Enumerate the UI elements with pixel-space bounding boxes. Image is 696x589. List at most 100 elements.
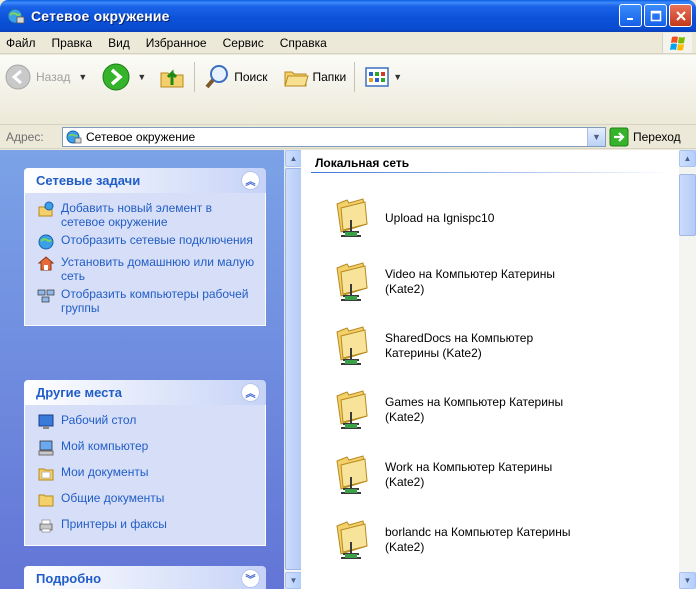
shared-folder-icon <box>38 494 54 507</box>
list-item[interactable]: borlandc на Компьютер Катерины (Kate2) <box>329 512 669 568</box>
toolbar-separator <box>194 62 196 92</box>
other-places-title: Другие места <box>36 385 123 400</box>
scroll-down-button[interactable]: ▼ <box>285 572 302 589</box>
address-label: Адрес: <box>6 129 44 144</box>
toolbar-separator <box>354 62 356 92</box>
list-item[interactable]: Video на Компьютер Катерины (Kate2) <box>329 254 669 310</box>
minimize-button[interactable] <box>619 4 642 27</box>
place-my-computer[interactable]: Мой компьютер <box>37 439 257 457</box>
task-label: Отобразить сетевые подключения <box>61 233 253 247</box>
other-places-panel: Другие места ︽ Рабочий стол Мой компьюте… <box>24 380 266 546</box>
address-bar: Адрес: Сетевое окружение ▼ Переход <box>0 125 696 149</box>
search-label: Поиск <box>234 70 268 84</box>
windows-logo <box>662 33 692 53</box>
menu-bar: Файл Правка Вид Избранное Сервис Справка <box>0 32 696 54</box>
network-folder-icon <box>336 520 368 559</box>
collapse-chevron-icon[interactable]: ︽ <box>241 171 260 190</box>
item-label: borlandc на Компьютер Катерины (Kate2) <box>385 525 571 554</box>
network-tasks-title: Сетевые задачи <box>36 173 141 188</box>
up-folder-button[interactable] <box>154 60 190 94</box>
search-button[interactable]: Поиск <box>199 60 271 94</box>
forward-dropdown-icon[interactable]: ▼ <box>137 72 146 82</box>
task-pane-scrollbar[interactable]: ▲ ▼ <box>284 150 302 589</box>
menu-help[interactable]: Справка <box>272 36 335 50</box>
back-button[interactable]: Назад ▼ <box>0 60 91 94</box>
address-input[interactable]: Сетевое окружение ▼ <box>62 127 606 147</box>
menu-view[interactable]: Вид <box>100 36 138 50</box>
printer-icon <box>39 519 53 533</box>
scroll-thumb[interactable] <box>285 168 302 570</box>
details-panel: Подробно ︾ <box>24 566 266 589</box>
my-documents-icon <box>38 468 54 481</box>
views-dropdown-icon[interactable]: ▼ <box>393 72 402 82</box>
task-show-workgroup[interactable]: Отобразить компьютеры рабочей группы <box>37 287 257 315</box>
folders-button[interactable]: Папки <box>278 60 351 94</box>
address-dropdown-button[interactable]: ▼ <box>587 128 605 146</box>
item-label: SharedDocs на Компьютер Катерины (Kate2) <box>385 331 534 360</box>
windows-flag-icon <box>670 36 685 51</box>
network-tasks-header[interactable]: Сетевые задачи ︽ <box>24 168 266 193</box>
list-item[interactable]: SharedDocs на Компьютер Катерины (Kate2) <box>329 318 669 374</box>
menu-edit[interactable]: Правка <box>44 36 101 50</box>
task-label: Добавить новый элемент в сетевое окружен… <box>61 201 212 229</box>
menu-file[interactable]: Файл <box>0 36 44 50</box>
place-label: Мои документы <box>61 465 149 479</box>
file-list-scrollbar[interactable]: ▲ ▼ <box>679 150 696 589</box>
search-icon <box>205 65 229 89</box>
views-button[interactable]: ▼ <box>359 60 406 94</box>
go-arrow-icon <box>609 127 629 147</box>
list-item[interactable]: Work на Компьютер Катерины (Kate2) <box>329 447 669 503</box>
list-item[interactable]: Upload на Ignispc10 <box>329 190 669 246</box>
menu-favorites[interactable]: Избранное <box>138 36 215 50</box>
scroll-down-button[interactable]: ▼ <box>679 572 696 589</box>
add-network-place-icon <box>38 201 54 217</box>
back-dropdown-icon[interactable]: ▼ <box>78 72 87 82</box>
address-value: Сетевое окружение <box>86 130 196 144</box>
workgroup-computers-icon <box>37 289 55 303</box>
other-places-header[interactable]: Другие места ︽ <box>24 380 266 405</box>
window-controls <box>619 4 692 27</box>
task-setup-home-network[interactable]: Установить домашнюю или малую сеть <box>37 255 257 283</box>
place-label: Рабочий стол <box>61 413 137 427</box>
forward-button[interactable]: ▼ <box>97 60 150 94</box>
place-shared-documents[interactable]: Общие документы <box>37 491 257 509</box>
details-title: Подробно <box>36 571 102 586</box>
place-my-documents[interactable]: Мои документы <box>37 465 257 483</box>
go-button[interactable]: Переход <box>609 127 681 147</box>
menu-tools[interactable]: Сервис <box>215 36 272 50</box>
home-network-icon <box>37 256 55 271</box>
place-label: Общие документы <box>61 491 165 505</box>
my-computer-icon <box>38 440 54 456</box>
views-icon <box>365 67 389 87</box>
scroll-up-button[interactable]: ▲ <box>285 150 302 167</box>
window-title: Сетевое окружение <box>31 8 170 24</box>
close-button[interactable] <box>669 4 692 27</box>
desktop-icon <box>38 414 54 429</box>
details-header[interactable]: Подробно ︾ <box>24 566 266 589</box>
maximize-icon <box>650 10 661 21</box>
task-label: Установить домашнюю или малую сеть <box>61 255 255 283</box>
maximize-button[interactable] <box>644 4 667 27</box>
back-label: Назад <box>36 70 71 84</box>
task-show-connections[interactable]: Отобразить сетевые подключения <box>37 233 257 251</box>
task-add-network-place[interactable]: Добавить новый элемент в сетевое окружен… <box>37 201 257 229</box>
folders-label: Папки <box>312 70 347 84</box>
network-folder-icon <box>336 455 368 494</box>
network-places-icon <box>7 8 25 24</box>
place-printers-faxes[interactable]: Принтеры и факсы <box>37 517 257 535</box>
network-folder-icon <box>336 262 368 301</box>
scroll-up-button[interactable]: ▲ <box>679 150 696 167</box>
place-desktop[interactable]: Рабочий стол <box>37 413 257 431</box>
network-tasks-body: Добавить новый элемент в сетевое окружен… <box>24 193 266 326</box>
expand-chevron-icon[interactable]: ︾ <box>241 569 260 588</box>
title-bar: Сетевое окружение <box>0 0 696 32</box>
toolbar-buttons: Назад ▼ ▼ Поиск Папки ▼ <box>0 59 406 95</box>
up-folder-icon <box>160 69 184 88</box>
scroll-thumb[interactable] <box>679 174 696 236</box>
group-header: Локальная сеть <box>315 156 410 170</box>
file-list-pane: Локальная сеть Upload на Ignispc10 Video… <box>301 150 679 589</box>
list-item[interactable]: Games на Компьютер Катерины (Kate2) <box>329 382 669 438</box>
network-folder-icon <box>336 390 368 429</box>
network-folder-icon <box>336 326 368 365</box>
collapse-chevron-icon[interactable]: ︽ <box>241 383 260 402</box>
